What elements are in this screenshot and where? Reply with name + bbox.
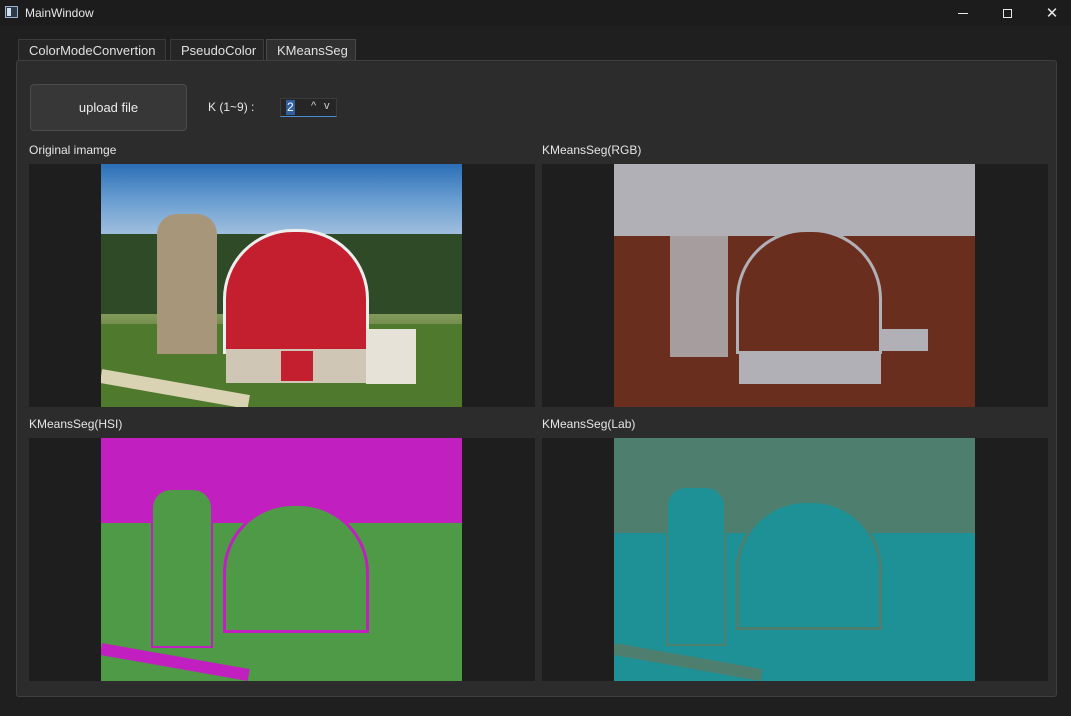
app-window-icon bbox=[5, 6, 18, 18]
lab-seg-view bbox=[542, 438, 1048, 681]
upload-file-button[interactable]: upload file bbox=[30, 84, 187, 131]
maximize-button[interactable] bbox=[984, 0, 1030, 26]
lab-seg-label: KMeansSeg(Lab) bbox=[542, 417, 636, 431]
tab-kmeansseg[interactable]: KMeansSeg bbox=[266, 39, 356, 60]
original-image-label: Original imamge bbox=[29, 143, 117, 157]
hsi-seg-label: KMeansSeg(HSI) bbox=[29, 417, 123, 431]
close-icon: ✕ bbox=[1045, 4, 1059, 22]
chevron-up-icon[interactable]: ^ bbox=[311, 100, 316, 112]
minimize-button[interactable] bbox=[940, 0, 986, 26]
rgb-seg-label: KMeansSeg(RGB) bbox=[542, 143, 642, 157]
maximize-icon bbox=[1002, 8, 1012, 18]
original-barn-image bbox=[101, 164, 462, 407]
close-button[interactable]: ✕ bbox=[1029, 0, 1071, 26]
window-title: MainWindow bbox=[25, 6, 94, 20]
hsi-seg-view bbox=[29, 438, 535, 681]
lab-seg-image bbox=[614, 438, 975, 681]
k-spinbox[interactable]: 2 ^ v bbox=[280, 98, 337, 117]
hsi-seg-image bbox=[101, 438, 462, 681]
tab-colormodeconvertion[interactable]: ColorModeConvertion bbox=[18, 39, 166, 60]
chevron-down-icon[interactable]: v bbox=[324, 100, 330, 112]
k-spinbox-value[interactable]: 2 bbox=[286, 100, 295, 115]
original-image-view bbox=[29, 164, 535, 407]
rgb-seg-view bbox=[542, 164, 1048, 407]
title-bar: MainWindow ✕ bbox=[0, 0, 1071, 26]
minimize-icon bbox=[958, 12, 968, 14]
k-label: K (1~9) : bbox=[208, 100, 255, 114]
rgb-seg-image bbox=[614, 164, 975, 407]
tab-pseudocolor[interactable]: PseudoColor bbox=[170, 39, 264, 60]
